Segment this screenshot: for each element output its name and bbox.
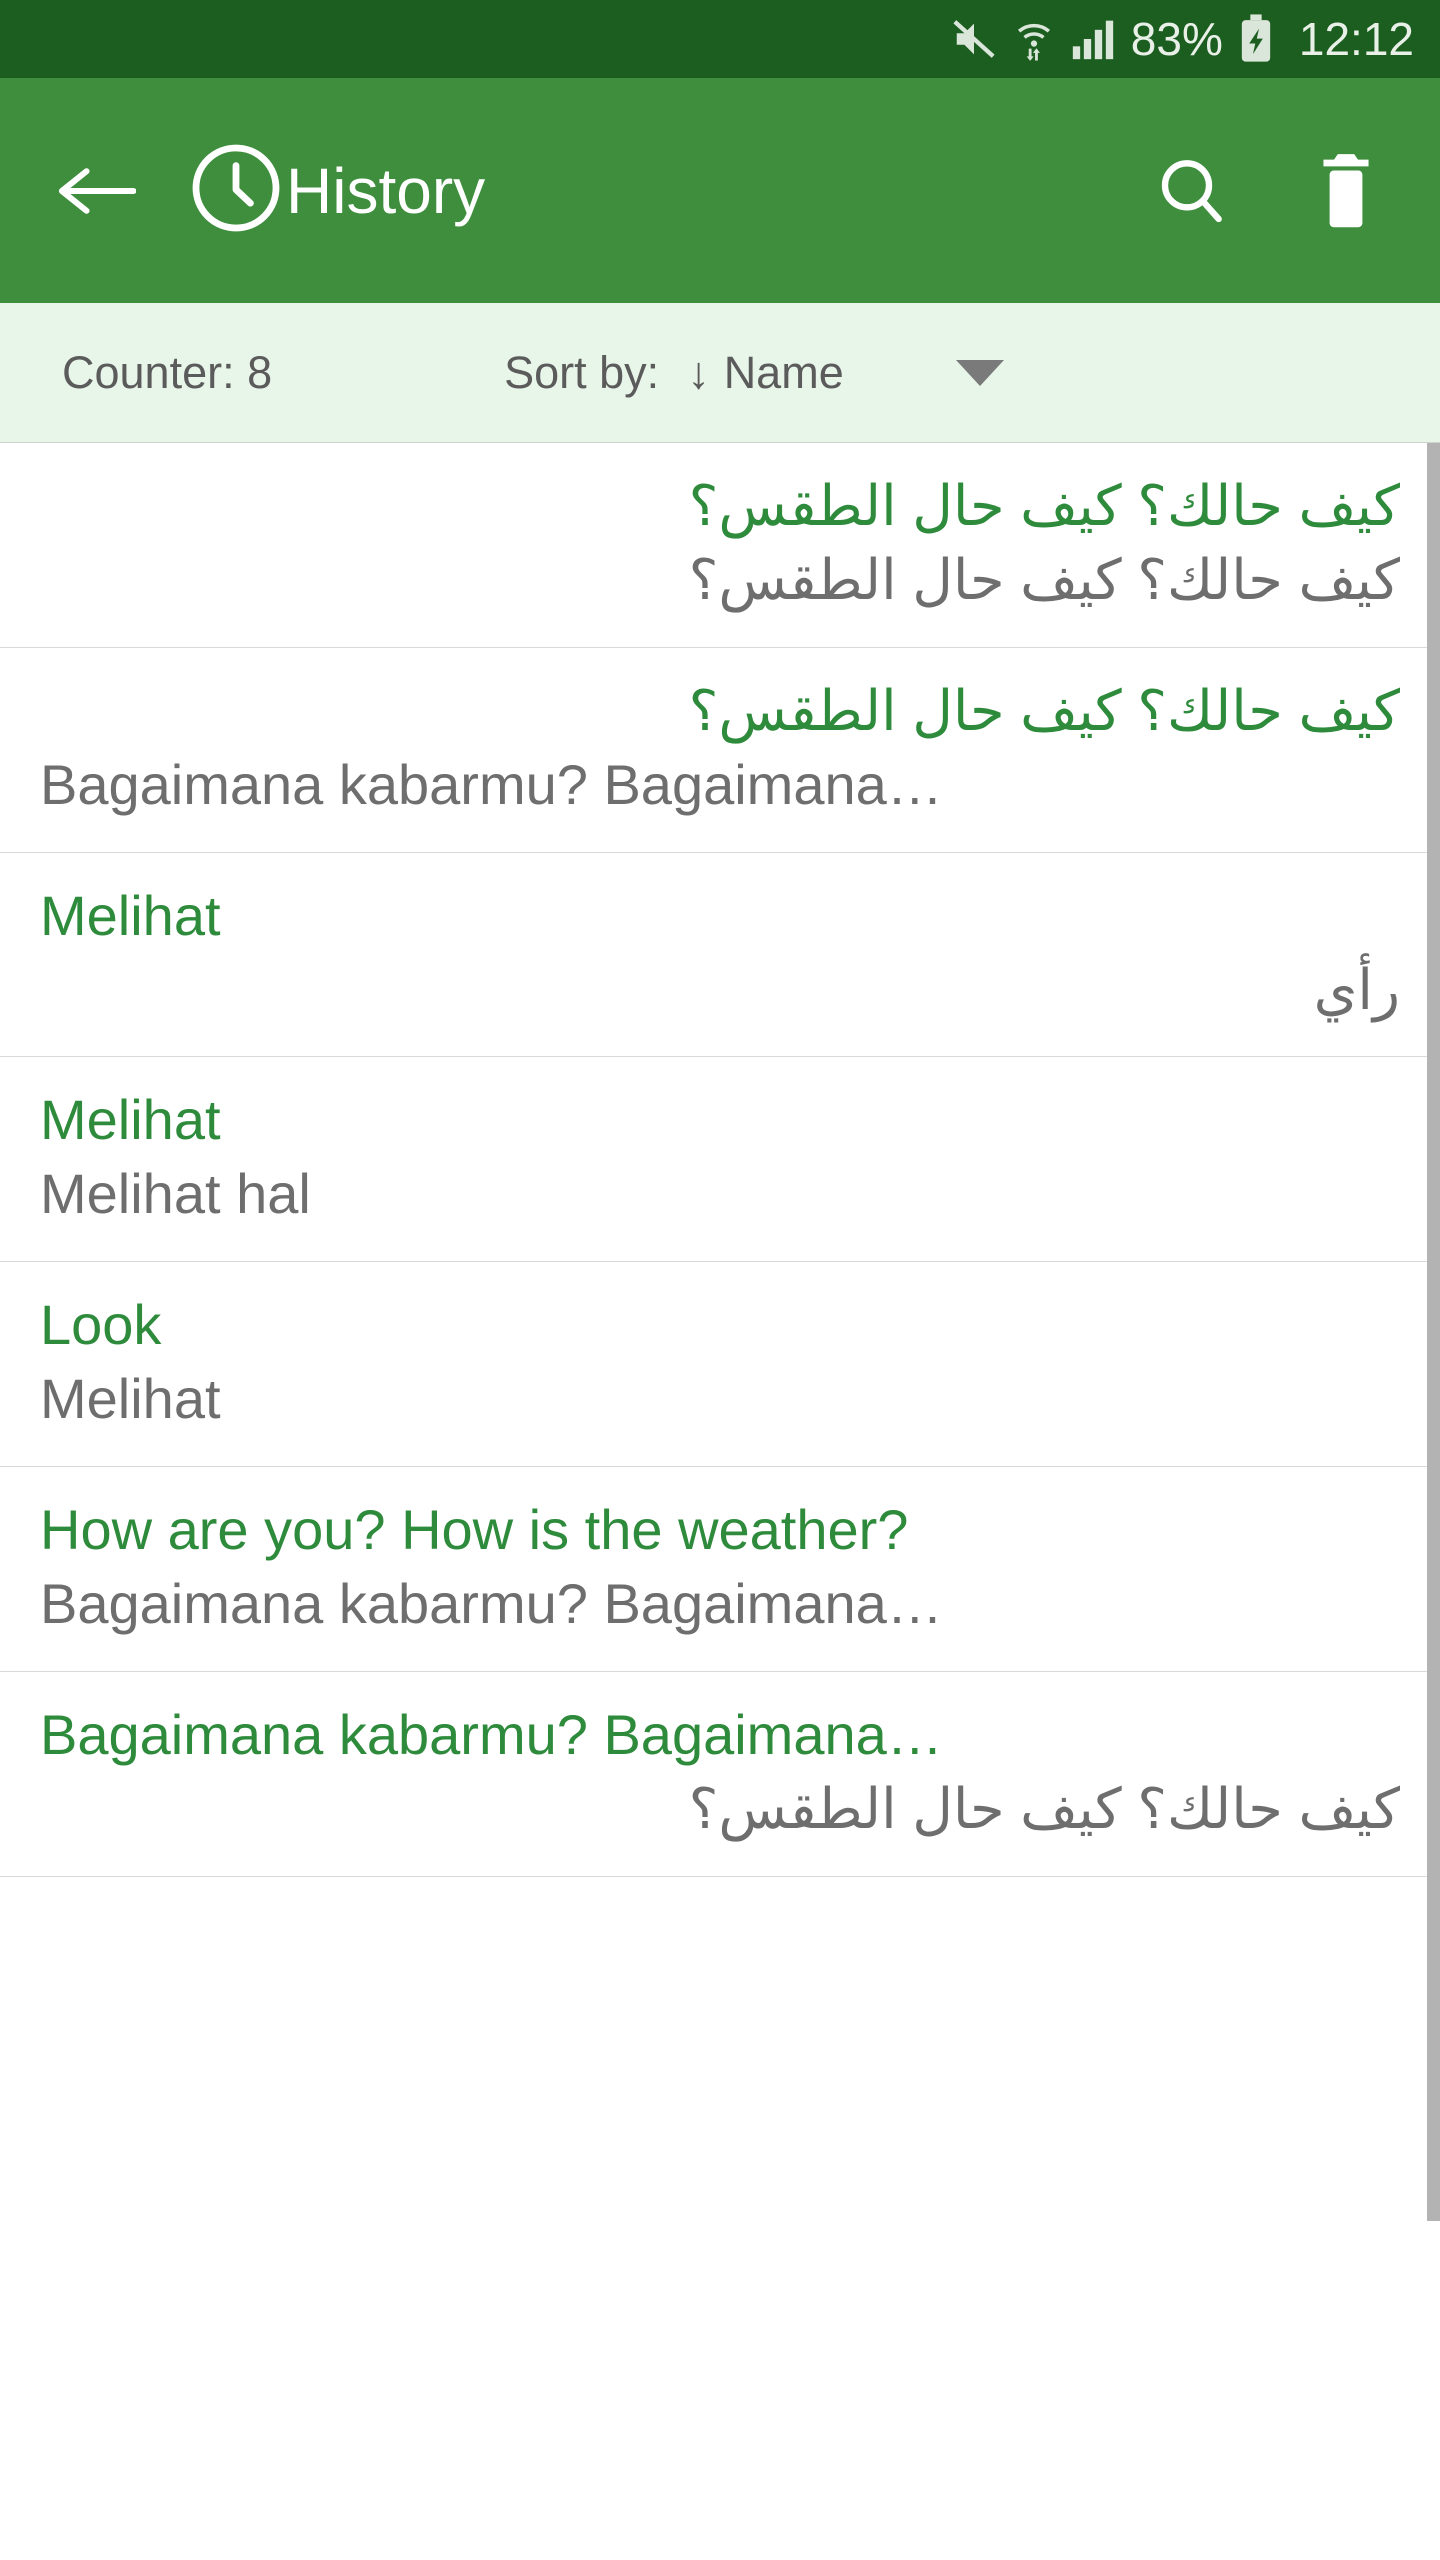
app-bar: History xyxy=(0,78,1440,303)
sort-value-label: Name xyxy=(723,346,844,398)
history-item-secondary-text: Bagaimana kabarmu? Bagaimana… xyxy=(40,752,943,816)
signal-icon xyxy=(1071,16,1115,62)
history-item-primary-text: Look xyxy=(40,1293,162,1357)
clock-icon xyxy=(188,140,284,241)
clock-label: 12:12 xyxy=(1298,13,1414,65)
history-item-primary-text: Bagaimana kabarmu? Bagaimana… xyxy=(40,1702,943,1766)
sort-value-group[interactable]: ↓ Name xyxy=(687,347,844,399)
history-item-secondary-text: Melihat hal xyxy=(40,1162,311,1226)
table-row[interactable]: Melihat رأي xyxy=(0,852,1440,1058)
wifi-icon xyxy=(1013,16,1055,62)
history-item-primary-text: Melihat xyxy=(40,883,221,947)
sort-direction-icon[interactable]: ↓ xyxy=(687,347,710,399)
table-row[interactable]: Melihat Melihat hal xyxy=(0,1057,1440,1263)
history-item-primary-text: كيف حالك؟ كيف حال الطقس؟ xyxy=(688,474,1400,537)
history-item-primary-text: How are you? How is the weather? xyxy=(40,1498,909,1562)
counter-label: Counter: 8 xyxy=(62,346,273,398)
history-list[interactable]: كيف حالك؟ كيف حال الطقس؟ كيف حالك؟ كيف حا… xyxy=(0,443,1440,2560)
status-bar: 83% 12:12 xyxy=(0,0,1440,78)
history-item-secondary-text: رأي xyxy=(1313,957,1400,1021)
app-bar-actions xyxy=(1152,150,1396,232)
table-row[interactable]: Bagaimana kabarmu? Bagaimana… كيف حالك؟ ك… xyxy=(0,1671,1440,1877)
chevron-down-icon[interactable] xyxy=(955,359,1004,386)
history-item-primary-text: كيف حالك؟ كيف حال الطقس؟ xyxy=(688,678,1400,742)
sort-by-control[interactable]: Sort by: ↓ Name xyxy=(504,347,1004,399)
battery-charging-icon xyxy=(1239,14,1273,64)
table-row[interactable]: كيف حالك؟ كيف حال الطقس؟ كيف حالك؟ كيف حا… xyxy=(0,443,1440,648)
page-title: History xyxy=(286,154,486,227)
scrollbar[interactable] xyxy=(1427,443,1440,2221)
sort-by-label: Sort by: xyxy=(504,346,660,398)
battery-percent-label: 83% xyxy=(1130,13,1223,65)
sort-bar: Counter: 8 Sort by: ↓ Name xyxy=(0,303,1440,443)
history-item-secondary-text: كيف حالك؟ كيف حال الطقس؟ xyxy=(688,547,1400,611)
history-item-primary-text: Melihat xyxy=(40,1088,221,1152)
mute-icon xyxy=(951,16,997,62)
search-icon[interactable] xyxy=(1152,151,1232,231)
delete-icon[interactable] xyxy=(1310,150,1382,232)
history-item-secondary-text: كيف حالك؟ كيف حال الطقس؟ xyxy=(688,1776,1400,1840)
table-row[interactable]: Look Melihat xyxy=(0,1262,1440,1468)
history-item-secondary-text: Melihat xyxy=(40,1367,221,1431)
history-item-secondary-text: Bagaimana kabarmu? Bagaimana… xyxy=(40,1571,943,1635)
table-row[interactable]: كيف حالك؟ كيف حال الطقس؟ Bagaimana kabarm… xyxy=(0,647,1440,853)
app-bar-title-group: History xyxy=(188,140,485,241)
table-row[interactable]: How are you? How is the weather? Bagaiman… xyxy=(0,1467,1440,1672)
back-button[interactable] xyxy=(52,160,144,222)
